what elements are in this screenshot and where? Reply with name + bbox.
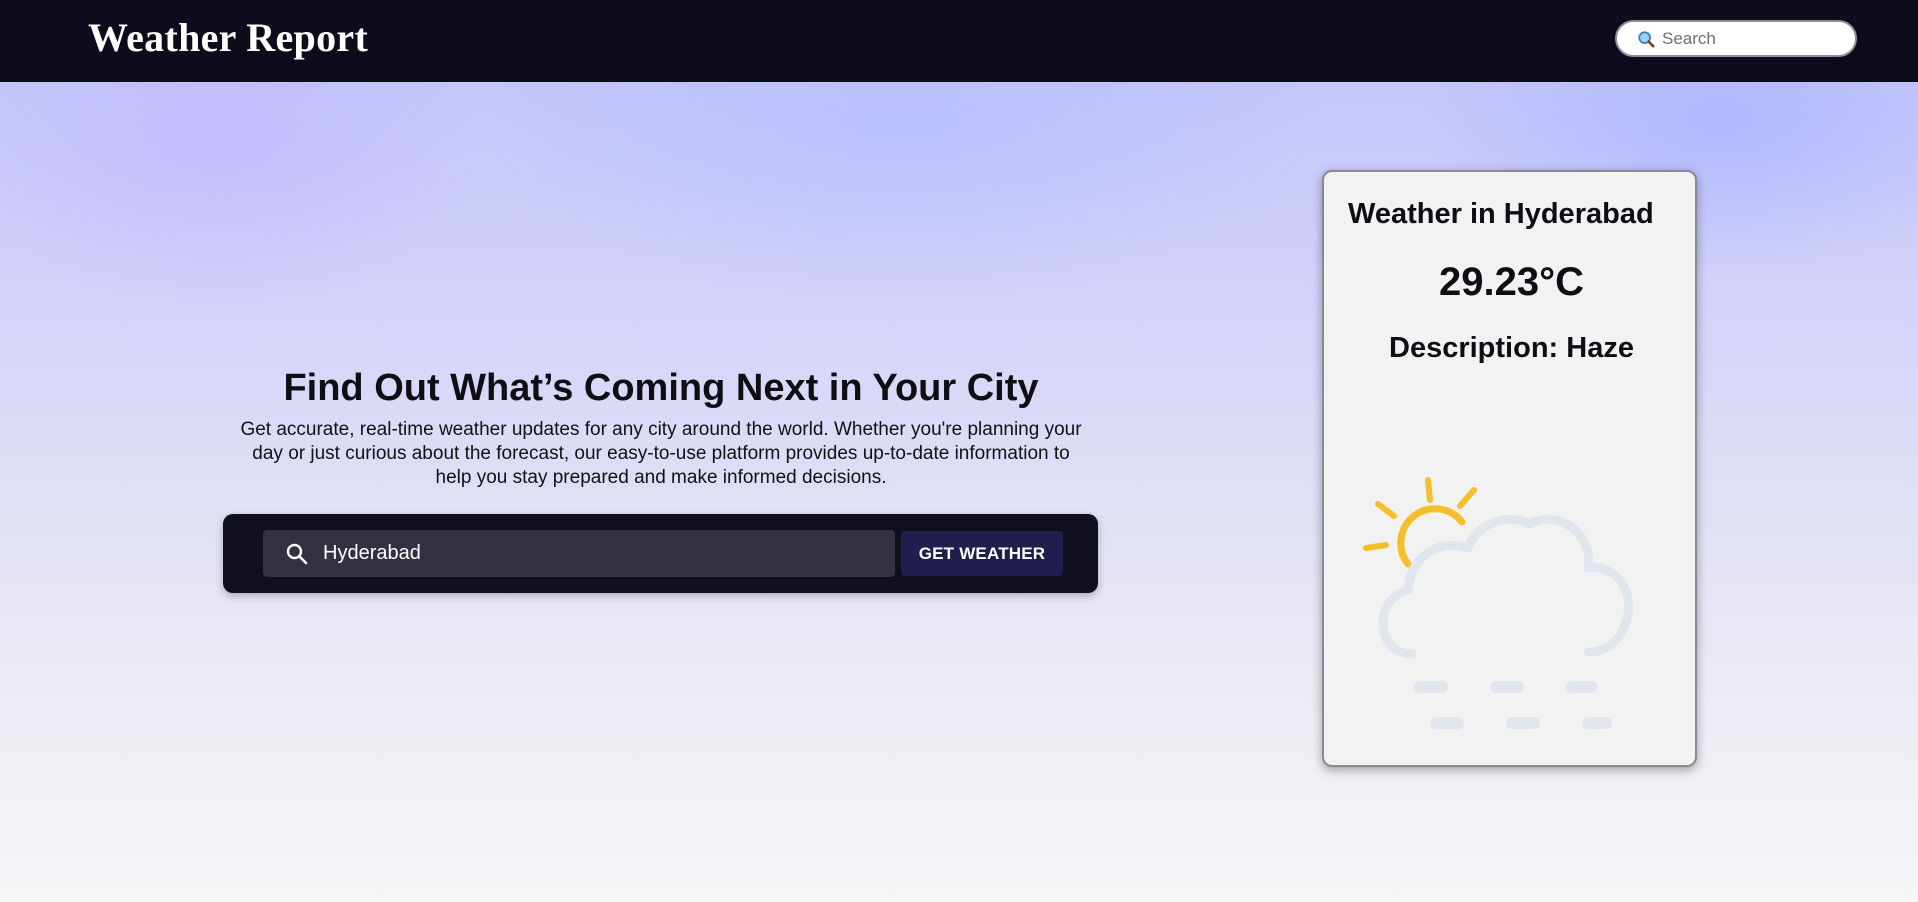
temperature-value: 29.23°C bbox=[1439, 260, 1584, 304]
nav-search-input[interactable] bbox=[1662, 28, 1842, 49]
nav-search-box[interactable] bbox=[1615, 20, 1857, 57]
description-value: Haze bbox=[1566, 332, 1634, 364]
hero-headline: Find Out What’s Coming Next in Your City bbox=[283, 367, 1039, 410]
weather-card-title: Weather in Hyderabad bbox=[1348, 198, 1654, 230]
weather-card: Weather in Hyderabad 29.23°C Description… bbox=[1322, 170, 1697, 767]
description-label: Description: bbox=[1389, 332, 1559, 364]
weather-description: Description: Haze bbox=[1324, 332, 1699, 365]
city-search-field[interactable] bbox=[263, 530, 895, 577]
get-weather-button[interactable]: GET WEATHER bbox=[901, 531, 1063, 576]
haze-sun-cloud-icon bbox=[1363, 477, 1634, 729]
magnifier-icon bbox=[1638, 30, 1655, 48]
site-title: Weather Report bbox=[88, 15, 369, 60]
city-search-panel: GET WEATHER bbox=[223, 514, 1098, 593]
hero-intro: Get accurate, real-time weather updates … bbox=[240, 419, 1082, 488]
city-input[interactable] bbox=[323, 542, 883, 565]
search-icon bbox=[286, 543, 308, 564]
navbar: Weather Report bbox=[0, 0, 1918, 82]
